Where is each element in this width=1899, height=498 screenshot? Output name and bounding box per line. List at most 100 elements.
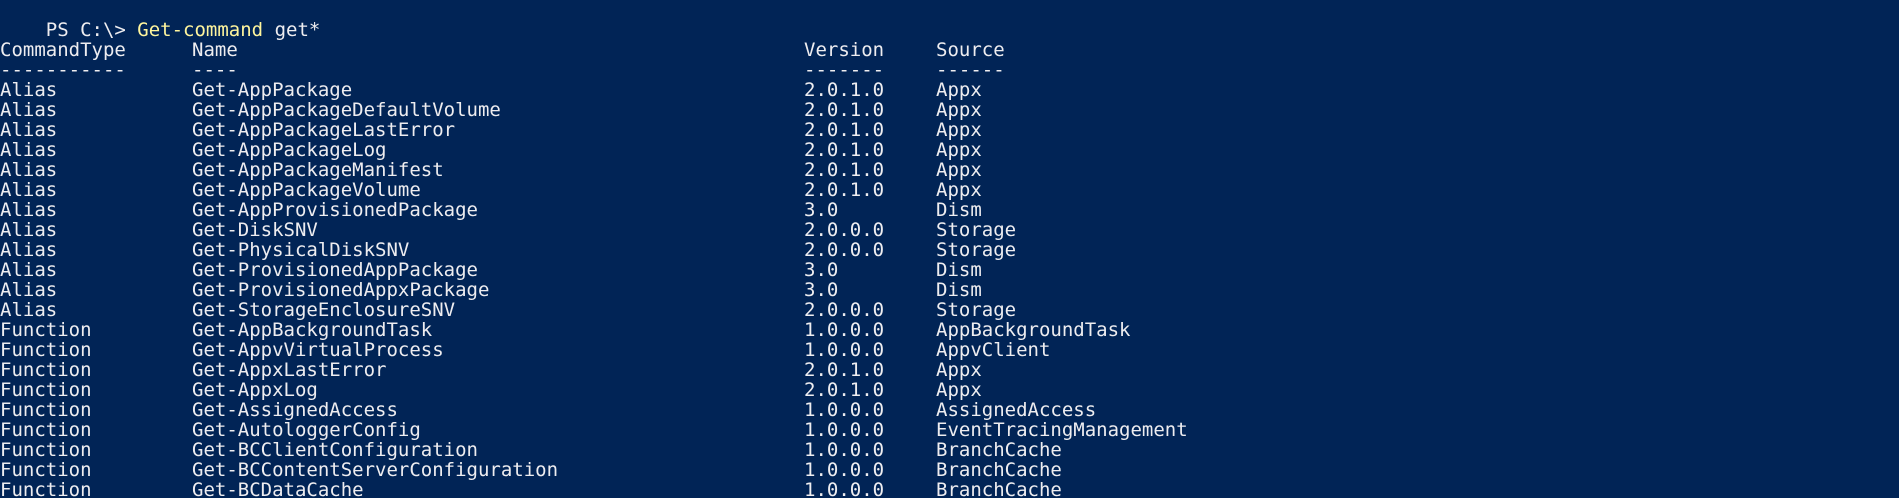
cell-commandtype: Function: [0, 319, 92, 341]
cell-name: Get-AppPackageLog: [192, 139, 387, 161]
separator-version: -------: [804, 59, 885, 81]
powershell-console[interactable]: PS C:\> Get-command get* CommandType Nam…: [0, 0, 1899, 498]
cell-version: 2.0.1.0: [804, 359, 885, 381]
table-row: Alias Get-PhysicalDiskSNV 2.0.0.0 Storage: [0, 240, 1899, 260]
cell-name: Get-AppxLastError: [192, 359, 387, 381]
cell-source: AppBackgroundTask: [936, 319, 1131, 341]
cell-source: Storage: [936, 239, 1017, 261]
table-row: Alias Get-ProvisionedAppPackage 3.0 Dism: [0, 260, 1899, 280]
cell-commandtype: Function: [0, 339, 92, 361]
cell-source: Dism: [936, 259, 982, 281]
cell-source: AssignedAccess: [936, 399, 1097, 421]
cell-name: Get-PhysicalDiskSNV: [192, 239, 410, 261]
cell-version: 2.0.1.0: [804, 99, 885, 121]
cell-commandtype: Function: [0, 439, 92, 461]
cell-commandtype: Alias: [0, 159, 58, 181]
cell-name: Get-ProvisionedAppPackage: [192, 259, 478, 281]
cell-name: Get-DiskSNV: [192, 219, 318, 241]
header-name: Name: [192, 39, 238, 61]
cell-commandtype: Alias: [0, 219, 58, 241]
table-body: Alias Get-AppPackage 2.0.1.0 Appx Alias Get-A…: [0, 80, 1899, 498]
table-row: Function Get-AppxLog 2.0.1.0 Appx: [0, 380, 1899, 400]
table-header-row: CommandType Name Version Source: [0, 40, 1899, 60]
table-row: Alias Get-AppPackageDefaultVolume 2.0.1.0 A…: [0, 100, 1899, 120]
cell-name: Get-AutologgerConfig: [192, 419, 421, 441]
cell-name: Get-BCContentServerConfiguration: [192, 459, 559, 481]
cell-version: 3.0: [804, 259, 839, 281]
cell-source: AppvClient: [936, 339, 1051, 361]
table-row: Function Get-BCDataCache 1.0.0.0 BranchCach…: [0, 480, 1899, 498]
cell-source: Appx: [936, 79, 982, 101]
table-row: Alias Get-ProvisionedAppxPackage 3.0 Dism: [0, 280, 1899, 300]
cell-name: Get-AppPackageVolume: [192, 179, 421, 201]
cell-commandtype: Alias: [0, 99, 58, 121]
cell-name: Get-AssignedAccess: [192, 399, 398, 421]
cell-source: BranchCache: [936, 439, 1062, 461]
cell-source: BranchCache: [936, 479, 1062, 498]
cell-commandtype: Function: [0, 479, 92, 498]
cell-version: 1.0.0.0: [804, 319, 885, 341]
cell-version: 1.0.0.0: [804, 419, 885, 441]
cell-name: Get-StorageEnclosureSNV: [192, 299, 456, 321]
table-row: Alias Get-DiskSNV 2.0.0.0 Storage: [0, 220, 1899, 240]
cell-name: Get-AppProvisionedPackage: [192, 199, 478, 221]
table-row: Alias Get-AppPackageVolume 2.0.1.0 Appx: [0, 180, 1899, 200]
cell-version: 2.0.0.0: [804, 239, 885, 261]
table-row: Alias Get-AppPackageManifest 2.0.1.0 Appx: [0, 160, 1899, 180]
cell-commandtype: Alias: [0, 299, 58, 321]
table-row: Alias Get-AppPackageLastError 2.0.1.0 Appx: [0, 120, 1899, 140]
cell-commandtype: Function: [0, 379, 92, 401]
cell-commandtype: Alias: [0, 259, 58, 281]
cell-commandtype: Function: [0, 399, 92, 421]
cell-source: Appx: [936, 139, 982, 161]
table-row: Function Get-AssignedAccess 1.0.0.0 Assigne…: [0, 400, 1899, 420]
prompt-line: PS C:\> Get-command get*: [0, 0, 1899, 40]
table-row: Alias Get-AppPackage 2.0.1.0 Appx: [0, 80, 1899, 100]
cell-version: 2.0.0.0: [804, 219, 885, 241]
cell-version: 2.0.1.0: [804, 139, 885, 161]
cell-version: 1.0.0.0: [804, 339, 885, 361]
header-source: Source: [936, 39, 1005, 61]
cell-version: 2.0.1.0: [804, 179, 885, 201]
cell-source: Appx: [936, 179, 982, 201]
cell-name: Get-AppBackgroundTask: [192, 319, 433, 341]
cell-source: Appx: [936, 379, 982, 401]
header-commandtype: CommandType: [0, 39, 126, 61]
table-row: Function Get-AppxLastError 2.0.1.0 Appx: [0, 360, 1899, 380]
cell-commandtype: Alias: [0, 119, 58, 141]
cell-source: Storage: [936, 219, 1017, 241]
cell-name: Get-BCClientConfiguration: [192, 439, 478, 461]
table-row: Function Get-AppBackgroundTask 1.0.0.0 AppB…: [0, 320, 1899, 340]
cell-commandtype: Alias: [0, 139, 58, 161]
cell-name: Get-AppPackageLastError: [192, 119, 456, 141]
cell-source: BranchCache: [936, 459, 1062, 481]
table-row: Function Get-AutologgerConfig 1.0.0.0 Event…: [0, 420, 1899, 440]
cell-commandtype: Alias: [0, 279, 58, 301]
cell-version: 3.0: [804, 199, 839, 221]
cell-name: Get-AppPackageManifest: [192, 159, 444, 181]
cell-version: 1.0.0.0: [804, 459, 885, 481]
table-separator-row: ----------- ---- ------- ------: [0, 60, 1899, 80]
cell-version: 1.0.0.0: [804, 479, 885, 498]
cell-version: 1.0.0.0: [804, 399, 885, 421]
cell-name: Get-BCDataCache: [192, 479, 364, 498]
table-row: Alias Get-AppProvisionedPackage 3.0 Dism: [0, 200, 1899, 220]
cell-source: Appx: [936, 119, 982, 141]
cell-version: 2.0.1.0: [804, 379, 885, 401]
separator-source: ------: [936, 59, 1005, 81]
cell-name: Get-AppxLog: [192, 379, 318, 401]
cell-version: 1.0.0.0: [804, 439, 885, 461]
cell-commandtype: Function: [0, 419, 92, 441]
cell-name: Get-AppvVirtualProcess: [192, 339, 444, 361]
cell-version: 3.0: [804, 279, 839, 301]
cell-source: Dism: [936, 199, 982, 221]
cell-commandtype: Alias: [0, 179, 58, 201]
cell-name: Get-ProvisionedAppxPackage: [192, 279, 490, 301]
cell-version: 2.0.1.0: [804, 79, 885, 101]
cell-name: Get-AppPackage: [192, 79, 353, 101]
cell-commandtype: Function: [0, 359, 92, 381]
cell-commandtype: Alias: [0, 239, 58, 261]
cell-name: Get-AppPackageDefaultVolume: [192, 99, 501, 121]
table-row: Function Get-BCClientConfiguration 1.0.0.0…: [0, 440, 1899, 460]
